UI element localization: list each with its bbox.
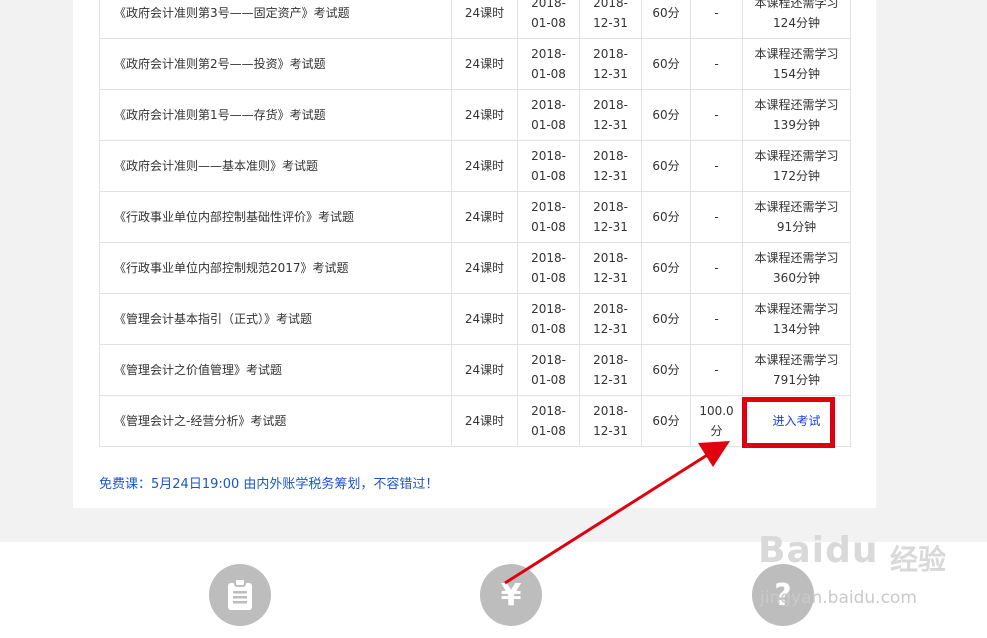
exam-row: 《政府会计准则第3号——固定资产》考试题 24课时 2018- 01-08 2018- 1… (99, 0, 851, 39)
promo-link[interactable]: 免费课：5月24日19:00 由内外账学税务筹划，不容错过！ (99, 473, 438, 492)
exam-row: 《政府会计准则——基本准则》考试题 24课时 2018- 01-08 2018- 12-3… (99, 140, 851, 192)
exam-score: - (690, 344, 743, 396)
exam-score: - (690, 242, 743, 294)
exam-status: 本课程还需学习 139分钟 (742, 89, 851, 141)
exam-hours: 24课时 (451, 395, 518, 447)
exam-name: 《管理会计基本指引（正式）》考试题 (99, 293, 452, 345)
exam-hours: 24课时 (451, 140, 518, 192)
exam-start-date: 2018- 01-08 (517, 89, 580, 141)
exam-row: 《行政事业单位内部控制规范2017》考试题 24课时 2018- 01-08 2018-… (99, 242, 851, 294)
exam-start-date: 2018- 01-08 (517, 191, 580, 243)
footer-nav-exams[interactable] (209, 564, 271, 626)
exam-row: 《管理会计之-经营分析》考试题 24课时 2018- 01-08 2018- 12-31 6… (99, 395, 851, 448)
exam-start-date: 2018- 01-08 (517, 0, 580, 39)
exam-status: 本课程还需学习 360分钟 (742, 242, 851, 294)
exam-hours: 24课时 (451, 344, 518, 396)
exam-pass-score: 60分 (641, 38, 691, 90)
exam-start-date: 2018- 01-08 (517, 140, 580, 192)
exam-name: 《管理会计之价值管理》考试题 (99, 344, 452, 396)
exam-status: 本课程还需学习 91分钟 (742, 191, 851, 243)
question-icon: ? (774, 577, 792, 613)
footer-nav-help[interactable]: ? (752, 564, 814, 626)
exam-end-date: 2018- 12-31 (579, 191, 642, 243)
exam-start-date: 2018- 01-08 (517, 38, 580, 90)
exam-hours: 24课时 (451, 0, 518, 39)
exam-pass-score: 60分 (641, 0, 691, 39)
exam-end-date: 2018- 12-31 (579, 140, 642, 192)
exam-start-date: 2018- 01-08 (517, 242, 580, 294)
exam-name: 《政府会计准则第3号——固定资产》考试题 (99, 0, 452, 39)
exam-name: 《政府会计准则第2号——投资》考试题 (99, 38, 452, 90)
exam-row: 《管理会计基本指引（正式）》考试题 24课时 2018- 01-08 2018- 12-3… (99, 293, 851, 345)
exam-start-date: 2018- 01-08 (517, 293, 580, 345)
exam-end-date: 2018- 12-31 (579, 38, 642, 90)
clipboard-icon (228, 578, 252, 610)
exam-row: 《政府会计准则第2号——投资》考试题 24课时 2018- 01-08 2018- 12-… (99, 38, 851, 90)
exam-score: - (690, 293, 743, 345)
exam-pass-score: 60分 (641, 344, 691, 396)
exam-name: 《行政事业单位内部控制规范2017》考试题 (99, 242, 452, 294)
exam-name: 《政府会计准则第1号——存货》考试题 (99, 89, 452, 141)
exam-pass-score: 60分 (641, 395, 691, 447)
exam-pass-score: 60分 (641, 242, 691, 294)
exam-status: 本课程还需学习 154分钟 (742, 38, 851, 90)
exam-pass-score: 60分 (641, 293, 691, 345)
exam-status: 本课程还需学习 791分钟 (742, 344, 851, 396)
exam-row: 《行政事业单位内部控制基础性评价》考试题 24课时 2018- 01-08 2018- 1… (99, 191, 851, 243)
exam-end-date: 2018- 12-31 (579, 395, 642, 447)
exam-hours: 24课时 (451, 89, 518, 141)
exam-start-date: 2018- 01-08 (517, 395, 580, 447)
exam-score: - (690, 140, 743, 192)
exam-hours: 24课时 (451, 191, 518, 243)
exam-panel: 《政府会计准则第3号——固定资产》考试题 24课时 2018- 01-08 2018- 1… (73, 0, 876, 508)
exam-start-date: 2018- 01-08 (517, 344, 580, 396)
exam-score: 100.0 分 (690, 395, 743, 447)
exam-hours: 24课时 (451, 293, 518, 345)
exam-name: 《行政事业单位内部控制基础性评价》考试题 (99, 191, 452, 243)
exam-hours: 24课时 (451, 242, 518, 294)
exam-row: 《政府会计准则第1号——存货》考试题 24课时 2018- 01-08 2018- 12-… (99, 89, 851, 141)
exam-end-date: 2018- 12-31 (579, 0, 642, 39)
exam-score: - (690, 0, 743, 39)
exam-score: - (690, 89, 743, 141)
exam-name: 《管理会计之-经营分析》考试题 (99, 395, 452, 447)
exam-table: 《政府会计准则第3号——固定资产》考试题 24课时 2018- 01-08 2018- 1… (99, 0, 851, 448)
exam-hours: 24课时 (451, 38, 518, 90)
exam-end-date: 2018- 12-31 (579, 293, 642, 345)
exam-row: 《管理会计之价值管理》考试题 24课时 2018- 01-08 2018- 12-31 60… (99, 344, 851, 396)
exam-end-date: 2018- 12-31 (579, 344, 642, 396)
exam-status: 本课程还需学习 134分钟 (742, 293, 851, 345)
exam-end-date: 2018- 12-31 (579, 242, 642, 294)
footer-nav-payment[interactable]: ¥ (480, 564, 542, 626)
exam-pass-score: 60分 (641, 89, 691, 141)
exam-pass-score: 60分 (641, 191, 691, 243)
exam-score: - (690, 191, 743, 243)
footer-nav: ¥ ? (0, 542, 987, 638)
exam-pass-score: 60分 (641, 140, 691, 192)
exam-status: 进入考试 (742, 395, 851, 448)
exam-status: 本课程还需学习 172分钟 (742, 140, 851, 192)
enter-exam-link[interactable]: 进入考试 (772, 414, 820, 428)
yen-icon: ¥ (500, 577, 522, 613)
exam-score: - (690, 38, 743, 90)
exam-status: 本课程还需学习 124分钟 (742, 0, 851, 39)
exam-name: 《政府会计准则——基本准则》考试题 (99, 140, 452, 192)
exam-end-date: 2018- 12-31 (579, 89, 642, 141)
